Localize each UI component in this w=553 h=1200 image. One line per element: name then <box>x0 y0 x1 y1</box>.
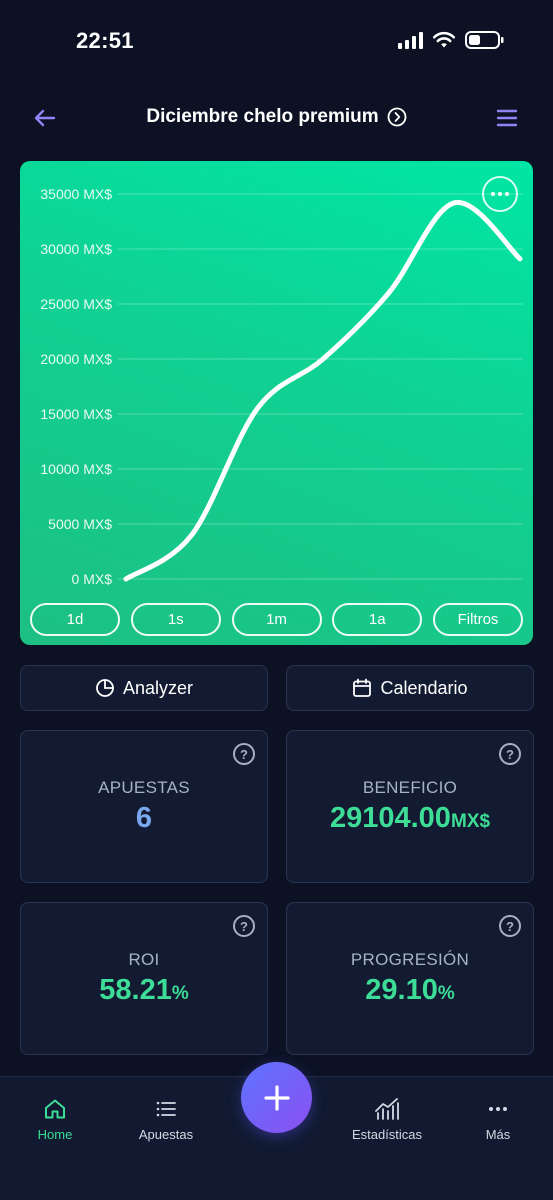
y-tick-label: 20000 MX$ <box>40 351 112 367</box>
stat-value: 58.21% <box>99 974 189 1006</box>
nav-more-label: Más <box>485 1127 511 1142</box>
chart-more-button[interactable] <box>482 176 518 212</box>
menu-icon <box>496 109 518 127</box>
y-tick-label: 25000 MX$ <box>40 296 112 312</box>
stats-chart-icon <box>375 1098 399 1120</box>
signal-icon <box>398 31 423 49</box>
plus-icon <box>263 1084 290 1111</box>
help-icon[interactable]: ? <box>233 915 255 937</box>
nav-more[interactable]: Más <box>443 1097 553 1142</box>
stat-unit: % <box>437 983 455 1004</box>
y-tick-label: 15000 MX$ <box>40 406 112 422</box>
stat-label: ROI <box>128 950 160 969</box>
dot-icon <box>491 192 495 196</box>
menu-button[interactable] <box>493 104 521 132</box>
calendar-icon <box>353 678 372 697</box>
stat-card-progression: ? PROGRESIÓN 29.10% <box>286 902 534 1055</box>
chart-card: 35000 MX$ 30000 MX$ 25000 MX$ 20000 MX$ 1500… <box>20 161 533 645</box>
calendar-button[interactable]: Calendario <box>286 665 534 711</box>
range-selector: 1d 1s 1m 1a Filtros <box>30 603 523 636</box>
range-1d-button[interactable]: 1d <box>30 603 120 636</box>
range-1a-button[interactable]: 1a <box>332 603 423 636</box>
stat-card-profit: ? BENEFICIO 29104.00MX$ <box>286 730 534 883</box>
calendar-label: Calendario <box>380 677 468 698</box>
y-tick-label: 10000 MX$ <box>40 461 112 477</box>
list-icon <box>156 1101 176 1117</box>
y-tick-label: 0 MX$ <box>72 571 113 587</box>
range-1s-button[interactable]: 1s <box>130 603 221 636</box>
y-tick-label: 35000 MX$ <box>40 186 112 202</box>
help-icon[interactable]: ? <box>499 915 521 937</box>
more-icon <box>489 1107 507 1111</box>
pie-chart-icon <box>96 679 114 697</box>
stat-value: 6 <box>135 802 153 834</box>
status-icons <box>398 30 505 50</box>
nav-home-label: Home <box>37 1127 73 1142</box>
nav-bets-label: Apuestas <box>138 1127 194 1142</box>
add-bet-button[interactable] <box>241 1062 312 1133</box>
battery-icon <box>465 31 504 49</box>
stat-label: APUESTAS <box>98 778 190 797</box>
stat-label: BENEFICIO <box>362 778 458 797</box>
analyzer-label: Analyzer <box>122 677 194 698</box>
series-line <box>123 200 523 582</box>
chart-plot: 35000 MX$ 30000 MX$ 25000 MX$ 20000 MX$ 1500… <box>40 186 523 587</box>
page-title[interactable]: Diciembre chelo premium <box>146 106 378 128</box>
chevron-circle-icon[interactable] <box>387 107 407 127</box>
y-tick-label: 5000 MX$ <box>48 516 112 532</box>
range-1m-button[interactable]: 1m <box>231 603 322 636</box>
stat-card-roi: ? ROI 58.21% <box>20 902 268 1055</box>
stat-unit: % <box>171 983 189 1004</box>
filters-button[interactable]: Filtros <box>433 603 523 636</box>
y-tick-label: 30000 MX$ <box>40 241 112 257</box>
stat-card-bets: ? APUESTAS 6 <box>20 730 268 883</box>
analyzer-button[interactable]: Analyzer <box>20 665 268 711</box>
nav-stats[interactable]: Estadísticas <box>332 1097 442 1142</box>
help-icon[interactable]: ? <box>233 743 255 765</box>
title-wrap[interactable]: Diciembre chelo premium <box>0 106 553 128</box>
header: Diciembre chelo premium <box>0 96 553 140</box>
nav-stats-label: Estadísticas <box>351 1127 423 1142</box>
nav-bets[interactable]: Apuestas <box>111 1097 221 1142</box>
dot-icon <box>498 192 502 196</box>
stat-value: 29104.00MX$ <box>329 802 491 834</box>
stat-label: PROGRESIÓN <box>350 950 470 969</box>
nav-home[interactable]: Home <box>0 1097 110 1142</box>
help-icon[interactable]: ? <box>499 743 521 765</box>
home-icon <box>45 1099 65 1119</box>
wifi-icon <box>432 31 456 48</box>
stat-unit: MX$ <box>450 811 491 832</box>
status-time: 22:51 <box>76 28 134 53</box>
stat-value: 29.10% <box>365 974 455 1006</box>
dot-icon <box>505 192 509 196</box>
status-bar: 22:51 <box>0 0 553 80</box>
